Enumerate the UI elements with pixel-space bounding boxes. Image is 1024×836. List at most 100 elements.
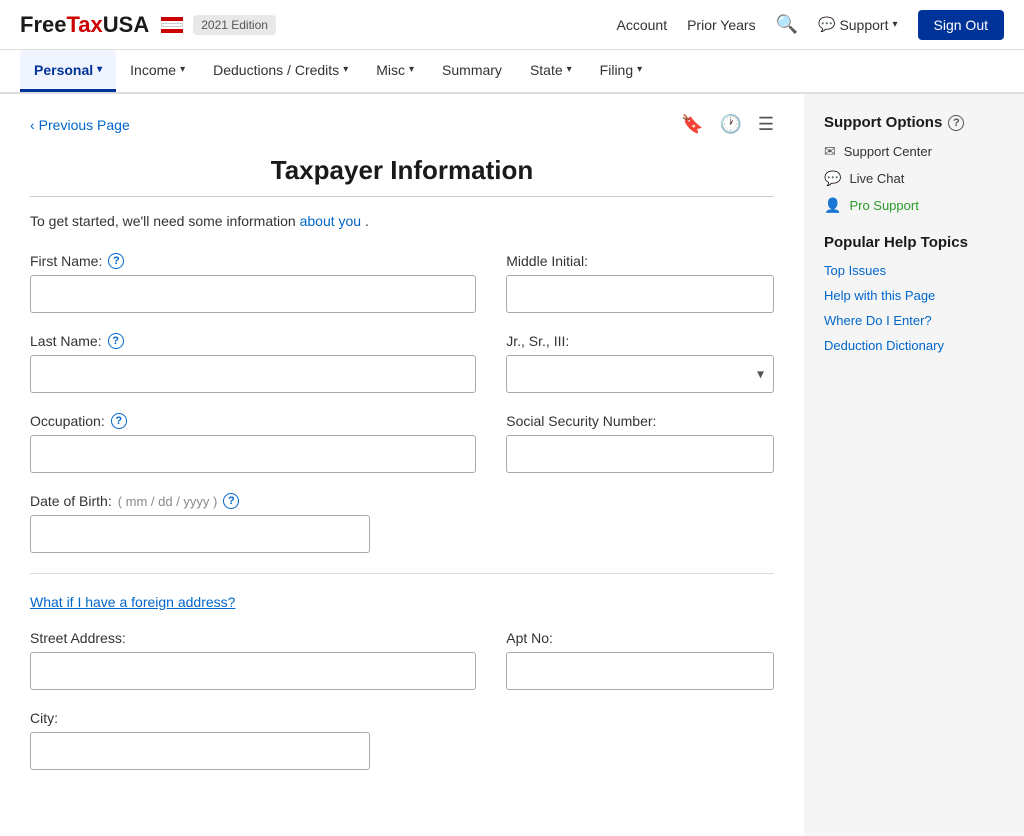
apt-no-input[interactable] — [506, 652, 774, 690]
dob-col: Date of Birth: ( mm / dd / yyyy ) ? — [30, 493, 774, 553]
ssn-col: Social Security Number: — [506, 413, 774, 473]
dob-input[interactable] — [30, 515, 370, 553]
bookmark-button[interactable]: 🔖 — [681, 114, 703, 135]
jr-sr-select-wrapper: Jr. Sr. III IV — [506, 355, 774, 393]
jr-sr-col: Jr., Sr., III: Jr. Sr. III IV — [506, 333, 774, 393]
prior-years-link[interactable]: Prior Years — [687, 17, 755, 33]
logo-area: FreeTaxUSA 2021 Edition — [20, 12, 276, 38]
envelope-icon: ✉ — [824, 143, 836, 160]
first-name-label: First Name: ? — [30, 253, 476, 269]
pro-support-link[interactable]: 👤 Pro Support — [824, 197, 1004, 214]
income-label: Income — [130, 62, 176, 78]
occupation-input[interactable] — [30, 435, 476, 473]
ssn-input[interactable] — [506, 435, 774, 473]
filing-label: Filing — [600, 62, 633, 78]
chevron-left-icon: ‹ — [30, 117, 35, 133]
apt-no-col: Apt No: — [506, 630, 774, 690]
last-name-input[interactable] — [30, 355, 476, 393]
account-link[interactable]: Account — [617, 17, 668, 33]
intro-text-2: . — [365, 213, 369, 229]
main-container: ‹ Previous Page 🔖 🕐 ☰ Taxpayer Informati… — [0, 94, 1024, 836]
nav-state[interactable]: State ▾ — [516, 50, 586, 92]
street-address-input[interactable] — [30, 652, 476, 690]
nav-summary[interactable]: Summary — [428, 50, 516, 92]
logo-flag — [161, 17, 183, 33]
first-name-input[interactable] — [30, 275, 476, 313]
nav-personal[interactable]: Personal ▾ — [20, 50, 116, 92]
city-col: City: — [30, 710, 774, 770]
list-button[interactable]: ☰ — [758, 114, 774, 135]
history-button[interactable]: 🕐 — [719, 114, 741, 135]
support-options-help-icon[interactable]: ? — [948, 115, 964, 131]
edition-badge: 2021 Edition — [193, 15, 276, 35]
occupation-help-icon[interactable]: ? — [111, 413, 127, 429]
name-row: First Name: ? Middle Initial: — [30, 253, 774, 313]
foreign-address-link[interactable]: What if I have a foreign address? — [30, 594, 235, 610]
personal-label: Personal — [34, 62, 93, 78]
middle-initial-col: Middle Initial: — [506, 253, 774, 313]
form-divider — [30, 196, 774, 197]
sidebar: Support Options ? ✉ Support Center 💬 Liv… — [804, 94, 1024, 836]
first-name-help-icon[interactable]: ? — [108, 253, 124, 269]
occupation-col: Occupation: ? — [30, 413, 476, 473]
toolbar-icons: 🔖 🕐 ☰ — [681, 114, 774, 135]
jr-sr-label: Jr., Sr., III: — [506, 333, 774, 349]
occupation-label: Occupation: ? — [30, 413, 476, 429]
dob-hint: ( mm / dd / yyyy ) — [118, 494, 218, 509]
support-button[interactable]: 💬 Support ▾ — [818, 16, 898, 33]
person-icon: 👤 — [824, 197, 841, 214]
nav-filing[interactable]: Filing ▾ — [586, 50, 657, 92]
dob-label: Date of Birth: ( mm / dd / yyyy ) ? — [30, 493, 774, 509]
topic-where-do-i-enter[interactable]: Where Do I Enter? — [824, 313, 1004, 328]
nav-income[interactable]: Income ▾ — [116, 50, 199, 92]
chevron-down-icon: ▾ — [97, 64, 102, 75]
middle-initial-input[interactable] — [506, 275, 774, 313]
chevron-down-icon: ▾ — [567, 64, 572, 75]
nav-misc[interactable]: Misc ▾ — [362, 50, 428, 92]
topic-deduction-dictionary[interactable]: Deduction Dictionary — [824, 338, 1004, 353]
intro-text-1: To get started, we'll need some informat… — [30, 213, 296, 229]
last-name-help-icon[interactable]: ? — [108, 333, 124, 349]
city-label: City: — [30, 710, 774, 726]
sign-out-button[interactable]: Sign Out — [918, 10, 1004, 40]
logo-text: FreeTaxUSA — [20, 12, 149, 38]
last-name-col: Last Name: ? — [30, 333, 476, 393]
chevron-down-icon: ▾ — [409, 64, 414, 75]
last-name-label: Last Name: ? — [30, 333, 476, 349]
header-nav: Account Prior Years 🔍 💬 Support ▾ Sign O… — [617, 10, 1005, 40]
intro-link[interactable]: about you — [300, 213, 362, 229]
support-center-link[interactable]: ✉ Support Center — [824, 143, 1004, 160]
previous-page-link[interactable]: ‹ Previous Page — [30, 117, 130, 133]
live-chat-label: Live Chat — [849, 171, 904, 186]
ssn-label: Social Security Number: — [506, 413, 774, 429]
content-area: ‹ Previous Page 🔖 🕐 ☰ Taxpayer Informati… — [0, 94, 804, 836]
pro-support-label: Pro Support — [849, 198, 918, 213]
search-button[interactable]: 🔍 — [776, 14, 798, 35]
city-input[interactable] — [30, 732, 370, 770]
popular-help-title: Popular Help Topics — [824, 234, 1004, 251]
header: FreeTaxUSA 2021 Edition Account Prior Ye… — [0, 0, 1024, 94]
chevron-down-icon: ▾ — [343, 64, 348, 75]
chevron-down-icon: ▾ — [180, 64, 185, 75]
section-divider — [30, 573, 774, 574]
nav-deductions[interactable]: Deductions / Credits ▾ — [199, 50, 362, 92]
deductions-label: Deductions / Credits — [213, 62, 339, 78]
topic-top-issues[interactable]: Top Issues — [824, 263, 1004, 278]
dob-help-icon[interactable]: ? — [223, 493, 239, 509]
content-top-bar: ‹ Previous Page 🔖 🕐 ☰ — [30, 114, 774, 135]
lastname-row: Last Name: ? Jr., Sr., III: Jr. Sr. III … — [30, 333, 774, 393]
first-name-col: First Name: ? — [30, 253, 476, 313]
chat-icon: 💬 — [824, 170, 841, 187]
previous-page-label: Previous Page — [39, 117, 130, 133]
city-row: City: — [30, 710, 774, 770]
apt-no-label: Apt No: — [506, 630, 774, 646]
occupation-ssn-row: Occupation: ? Social Security Number: — [30, 413, 774, 473]
address-row: Street Address: Apt No: — [30, 630, 774, 690]
misc-label: Misc — [376, 62, 405, 78]
live-chat-link[interactable]: 💬 Live Chat — [824, 170, 1004, 187]
support-label: Support — [839, 17, 888, 33]
jr-sr-select[interactable]: Jr. Sr. III IV — [506, 355, 774, 393]
comment-icon: 💬 — [818, 16, 835, 33]
topic-help-with-page[interactable]: Help with this Page — [824, 288, 1004, 303]
street-address-label: Street Address: — [30, 630, 476, 646]
